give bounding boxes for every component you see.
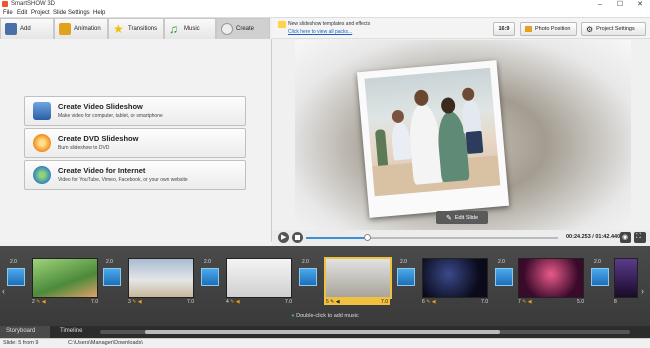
add-icon [5, 23, 17, 35]
create-video-internet-button[interactable]: Create Video for Internet Video for YouT… [24, 160, 246, 190]
tab-transitions[interactable]: ★ Transitions [108, 18, 164, 39]
slide-thumb-2[interactable] [32, 258, 98, 298]
main-tabs: Add Animation ★ Transitions ♫ Music Crea… [0, 18, 270, 39]
globe-icon [33, 166, 51, 184]
transition-duration: 2.0 [204, 259, 211, 265]
create-dvd-slideshow-button[interactable]: Create DVD Slideshow Burn slideshow to D… [24, 128, 246, 158]
status-bar: Slide: 5 from 9 C:\Users\Manager\Downloa… [0, 338, 650, 348]
slide-thumb-6[interactable] [422, 258, 488, 298]
transition-duration: 2.0 [498, 259, 505, 265]
horizontal-scrollbar[interactable] [100, 330, 630, 334]
minimize-button[interactable]: – [590, 0, 610, 9]
transition-duration: 2.0 [302, 259, 309, 265]
window-title: SmartSHOW 3D [11, 1, 56, 7]
tab-add[interactable]: Add [0, 18, 54, 39]
transition-duration: 2.0 [10, 259, 17, 265]
scrollbar-thumb[interactable] [145, 330, 500, 334]
transition-thumb[interactable] [591, 268, 609, 286]
create-video-slideshow-button[interactable]: Create Video Slideshow Make video for co… [24, 96, 246, 126]
play-button[interactable]: ▶ [278, 232, 289, 243]
animation-icon [59, 23, 71, 35]
family-photo [364, 67, 501, 197]
preview-toolbar: New slideshow templates and effects Clic… [272, 18, 650, 39]
slide-info: 6 ✎ ◀ 7.0 [422, 299, 488, 305]
tab-animation[interactable]: Animation [54, 18, 108, 39]
title-bar: SmartSHOW 3D – ☐ ✕ [0, 0, 650, 9]
stop-icon [295, 235, 300, 240]
slide-thumb-5-selected[interactable] [324, 257, 392, 299]
slide-thumb-4[interactable] [226, 258, 292, 298]
aspect-ratio-button[interactable]: 16:9 [493, 22, 515, 36]
slide-counter: Slide: 5 from 9 [3, 340, 39, 346]
seek-progress [306, 237, 368, 239]
seek-handle[interactable] [364, 234, 371, 241]
slide-info: 3 ✎ ◀ 7.0 [128, 299, 194, 305]
transition-duration: 2.0 [594, 259, 601, 265]
menu-slide[interactable]: Slide [53, 10, 66, 16]
play-icon: ▶ [281, 234, 287, 241]
slide-info: 2 ✎ ◀ 7.0 [32, 299, 98, 305]
music-note-icon: ♫ [169, 22, 178, 36]
transition-thumb[interactable] [103, 268, 121, 286]
transition-thumb[interactable] [7, 268, 25, 286]
close-button[interactable]: ✕ [630, 0, 650, 9]
tab-music[interactable]: ♫ Music [164, 18, 216, 39]
photo-position-button[interactable]: Photo Position [520, 22, 577, 36]
pencil-icon: ✎ [445, 214, 452, 222]
gear-icon: ⚙ [586, 24, 594, 34]
menu-edit[interactable]: Edit [17, 10, 27, 16]
computer-icon [33, 102, 51, 120]
dvd-icon [33, 134, 51, 152]
maximize-button[interactable]: ☐ [610, 0, 630, 9]
fullscreen-icon: ⛶ [636, 233, 641, 240]
fullscreen-button[interactable]: ⛶ [634, 232, 646, 243]
menu-help[interactable]: Help [93, 10, 105, 16]
slide-info: 8 [614, 299, 617, 305]
tab-create[interactable]: Create [216, 18, 270, 39]
timecode: 00:24.253 / 01:42.440 [566, 234, 621, 240]
photo-frame [356, 60, 510, 218]
view-packs-link[interactable]: Click here to view all packs... [288, 29, 352, 35]
project-path: C:\Users\Manager\Downloads\ [68, 340, 143, 346]
menu-project[interactable]: Project [31, 10, 50, 16]
project-settings-button[interactable]: ⚙ Project Settings [581, 22, 646, 36]
create-panel: Create Video Slideshow Make video for co… [0, 39, 272, 242]
camera-icon: ◉ [622, 234, 629, 241]
slide-preview[interactable] [295, 40, 631, 230]
menu-file[interactable]: File [3, 10, 13, 16]
star-icon: ★ [113, 22, 124, 36]
transition-thumb[interactable] [299, 268, 317, 286]
slide-info-selected: 5 ✎ ◀ 7.0 [324, 299, 390, 305]
photo-icon [525, 26, 532, 32]
slide-info: 7 ✎ ◀ 5.0 [518, 299, 584, 305]
transition-duration: 2.0 [400, 259, 407, 265]
slide-info: 4 ✎ ◀ 7.0 [226, 299, 292, 305]
add-music-hint[interactable]: ● Double-click to add music [0, 313, 650, 319]
transition-thumb[interactable] [495, 268, 513, 286]
slide-thumb-8[interactable] [614, 258, 638, 298]
scroll-left-icon[interactable]: ‹ [2, 286, 5, 296]
menu-bar: File Edit Project Slide Settings Help [0, 9, 650, 18]
news-line1: New slideshow templates and effects [288, 21, 371, 27]
slide-thumb-3[interactable] [128, 258, 194, 298]
transition-thumb[interactable] [201, 268, 219, 286]
music-add-icon: ● [291, 313, 295, 319]
snapshot-button[interactable]: ◉ [620, 232, 631, 243]
tab-storyboard[interactable]: Storyboard [0, 326, 50, 338]
edit-slide-button[interactable]: ✎ Edit Slide [436, 211, 488, 224]
tab-timeline[interactable]: Timeline [54, 326, 94, 338]
disc-icon [221, 23, 233, 35]
transition-duration: 2.0 [106, 259, 113, 265]
scroll-right-icon[interactable]: › [641, 286, 644, 296]
app-icon [2, 1, 8, 7]
slide-thumb-7[interactable] [518, 258, 584, 298]
stop-button[interactable] [292, 232, 303, 243]
transition-thumb[interactable] [397, 268, 415, 286]
view-tabs: Storyboard Timeline [0, 326, 650, 338]
menu-settings[interactable]: Settings [68, 10, 90, 16]
gift-icon [278, 21, 286, 28]
